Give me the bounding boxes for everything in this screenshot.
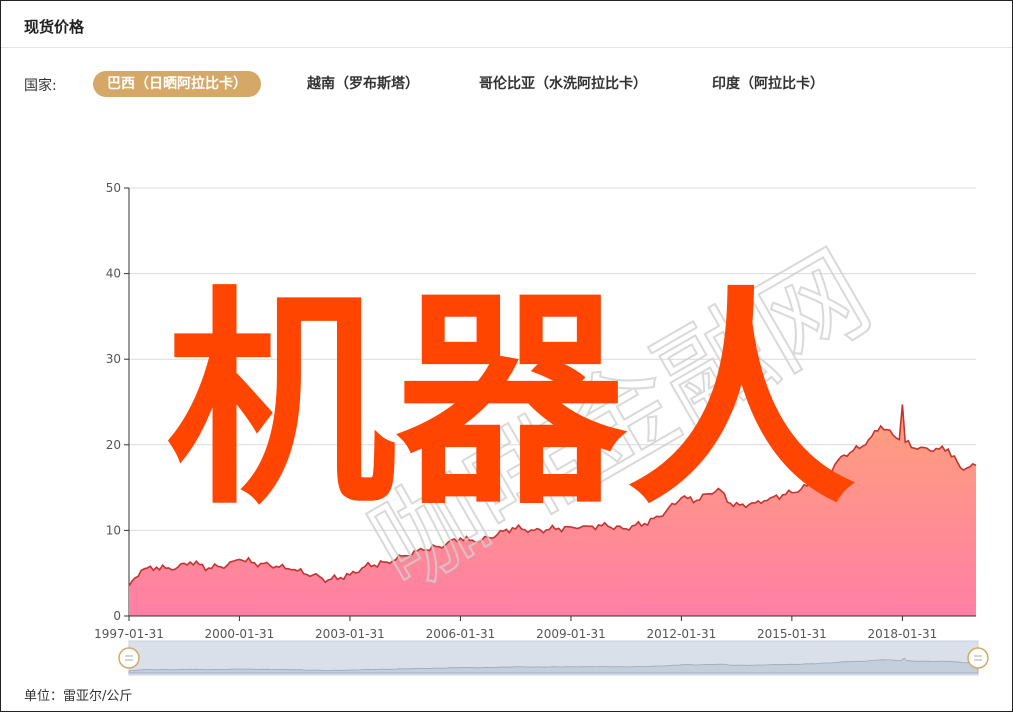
- zoom-handle-left[interactable]: [118, 647, 140, 669]
- x-tick-label: 1997-01-31: [94, 627, 164, 641]
- y-tick-label: 20: [106, 438, 121, 452]
- x-axis-ticks: 1997-01-31 2000-01-31 2003-01-31 2006-01-31…: [94, 616, 937, 641]
- x-tick-label: 2006-01-31: [426, 627, 496, 641]
- y-tick-label: 50: [106, 181, 121, 195]
- x-tick-label: 2018-01-31: [868, 627, 938, 641]
- x-tick-label: 2000-01-31: [205, 627, 275, 641]
- unit-label: 单位：雷亚尔/公斤: [24, 689, 133, 704]
- y-tick-label: 30: [106, 352, 121, 366]
- chart-panel: 现货价格 国家: 巴西（日晒阿拉比卡） 越南（罗布斯塔） 哥伦比亚（水洗阿拉比卡…: [0, 0, 1013, 712]
- x-tick-label: 2009-01-31: [536, 627, 606, 641]
- y-tick-label: 10: [106, 523, 121, 537]
- zoom-handle-right[interactable]: [967, 647, 989, 669]
- x-tick-label: 2012-01-31: [646, 627, 716, 641]
- x-tick-label: 2015-01-31: [757, 627, 827, 641]
- overlay-text: 机器人: [166, 269, 856, 536]
- x-tick-label: 2003-01-31: [315, 627, 385, 641]
- area-chart: 0 10 20 30 40 50 1997-01-31 2000-01-31 2003-01-…: [94, 181, 989, 676]
- y-tick-label: 0: [113, 609, 121, 623]
- y-axis-ticks: 0 10 20 30 40 50: [106, 181, 129, 623]
- y-tick-label: 40: [106, 267, 121, 281]
